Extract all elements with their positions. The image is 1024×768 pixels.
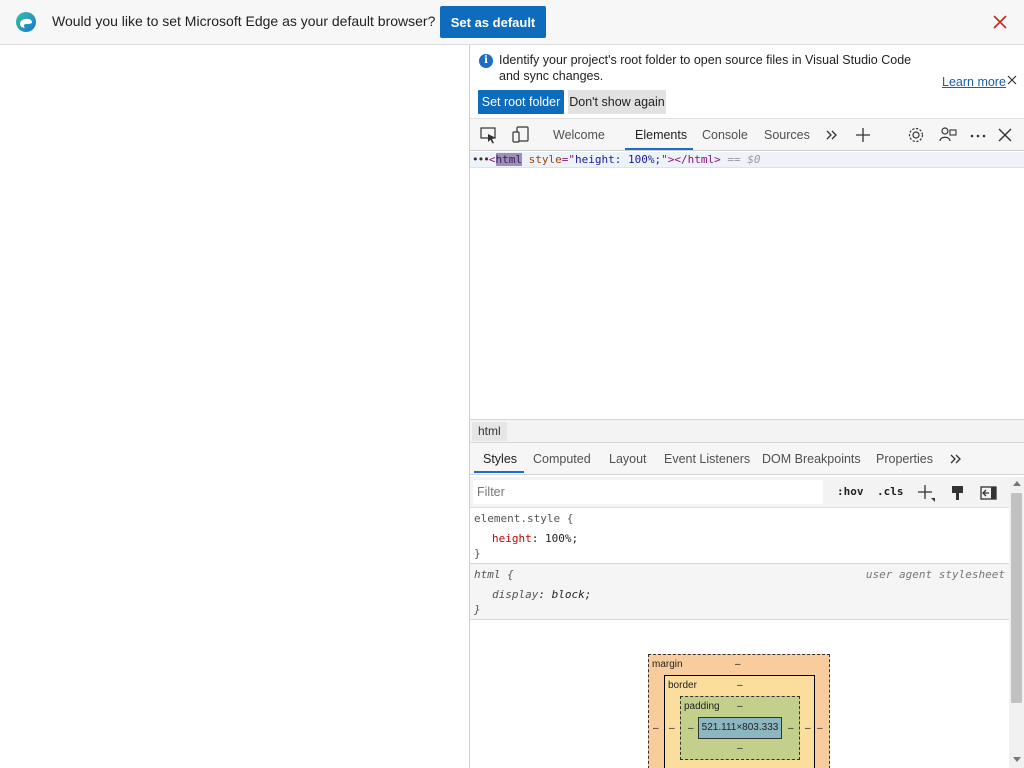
web-page-viewport[interactable] (0, 45, 469, 768)
tab-console[interactable]: Console (702, 128, 748, 142)
padding-label: padding (684, 701, 720, 712)
more-tabs-icon[interactable] (822, 126, 842, 144)
root-folder-notice: i Identify your project's root folder to… (470, 45, 1024, 118)
box-model-margin[interactable]: margin – – – border – – – padding – – – … (648, 654, 830, 768)
more-options-icon[interactable] (968, 126, 988, 144)
attribute-name: style (528, 153, 562, 166)
infobar-message: Would you like to set Microsoft Edge as … (52, 13, 436, 29)
devtools-panel: i Identify your project's root folder to… (469, 45, 1024, 768)
styles-scrollbar[interactable] (1009, 477, 1024, 768)
info-icon: i (479, 54, 493, 68)
margin-left-value[interactable]: – (653, 723, 659, 734)
user-agent-rule: html { user agent stylesheet display: bl… (470, 564, 1009, 620)
css-declaration: display: block; (492, 588, 592, 601)
new-style-rule-icon[interactable] (916, 483, 936, 503)
close-devtools-icon[interactable] (995, 126, 1015, 144)
tab-dom-breakpoints[interactable]: DOM Breakpoints (762, 452, 861, 466)
padding-top-value[interactable]: – (737, 701, 743, 712)
more-subtabs-icon[interactable] (946, 450, 966, 468)
box-model-border[interactable]: border – – – padding – – – – 521.111×803… (664, 675, 815, 768)
breadcrumb-item-html[interactable]: html (472, 422, 507, 441)
margin-right-value[interactable]: – (817, 723, 823, 734)
attribute-value: height: 100%; (575, 153, 662, 166)
hover-state-toggle[interactable]: :hov (837, 485, 864, 498)
box-model-content-size[interactable]: 521.111×803.333 (698, 717, 782, 739)
set-as-default-button[interactable]: Set as default (440, 6, 546, 38)
padding-bottom-value[interactable]: – (737, 743, 743, 754)
learn-more-link[interactable]: Learn more (942, 75, 1006, 89)
toggle-sidebar-icon[interactable] (979, 483, 999, 503)
rule-source: user agent stylesheet (865, 568, 1005, 581)
class-toggle[interactable]: .cls (877, 485, 904, 498)
tab-computed[interactable]: Computed (533, 452, 591, 466)
tab-properties[interactable]: Properties (876, 452, 933, 466)
active-tab-indicator (625, 148, 693, 150)
dom-tree-node[interactable]: •••<html style="height: 100%;"></html> =… (470, 152, 1024, 168)
element-style-rule[interactable]: element.style { height: 100%; } (470, 508, 1009, 564)
set-root-folder-button[interactable]: Set root folder (478, 90, 564, 114)
notice-text: Identify your project's root folder to o… (499, 53, 912, 83)
feedback-icon[interactable] (938, 126, 958, 144)
styles-pane: element.style { height: 100%; } html { u… (470, 508, 1009, 768)
margin-top-value[interactable]: – (735, 659, 741, 670)
tab-welcome[interactable]: Welcome (553, 128, 605, 142)
border-top-value[interactable]: – (737, 680, 743, 691)
breadcrumb: html (470, 419, 1024, 443)
scrollbar-thumb[interactable] (1011, 493, 1022, 703)
filter-input[interactable] (473, 480, 823, 504)
tab-event-listeners[interactable]: Event Listeners (664, 452, 750, 466)
dont-show-again-button[interactable]: Don't show again (568, 90, 666, 114)
tab-sources[interactable]: Sources (764, 128, 810, 142)
default-browser-infobar: Would you like to set Microsoft Edge as … (0, 0, 1024, 45)
padding-left-value[interactable]: – (688, 723, 694, 734)
scroll-down-arrow-icon[interactable] (1013, 757, 1021, 762)
styles-filter-bar: :hov .cls (470, 477, 1009, 508)
tab-layout[interactable]: Layout (609, 452, 647, 466)
inspect-element-icon[interactable] (479, 126, 499, 144)
rule-selector: element.style { (474, 512, 574, 525)
css-declaration[interactable]: height: 100%; (492, 532, 578, 545)
devtools-toolbar: Welcome Elements Console Sources (470, 118, 1024, 151)
active-subtab-indicator (474, 471, 524, 473)
add-tab-icon[interactable] (853, 126, 873, 144)
rule-selector: html { (474, 568, 514, 581)
paint-brush-icon[interactable] (948, 483, 968, 503)
margin-label: margin (652, 659, 683, 670)
html-tag-name: html (495, 153, 522, 166)
device-emulation-icon[interactable] (511, 126, 531, 144)
scroll-up-arrow-icon[interactable] (1013, 481, 1021, 486)
tab-styles[interactable]: Styles (483, 452, 517, 466)
close-icon[interactable] (1005, 73, 1019, 87)
styles-subtabs: Styles Computed Layout Event Listeners D… (470, 443, 1024, 475)
border-label: border (668, 680, 697, 691)
box-model-padding[interactable]: padding – – – – 521.111×803.333 (680, 696, 800, 760)
tab-elements[interactable]: Elements (635, 128, 687, 142)
selected-node-marker: == $0 (727, 153, 761, 166)
border-left-value[interactable]: – (669, 723, 675, 734)
padding-right-value[interactable]: – (788, 723, 794, 734)
close-icon[interactable] (990, 12, 1010, 32)
settings-gear-icon[interactable] (906, 126, 926, 144)
border-right-value[interactable]: – (805, 723, 811, 734)
edge-logo-icon (16, 12, 36, 32)
node-actions-dots[interactable]: ••• (472, 153, 490, 166)
